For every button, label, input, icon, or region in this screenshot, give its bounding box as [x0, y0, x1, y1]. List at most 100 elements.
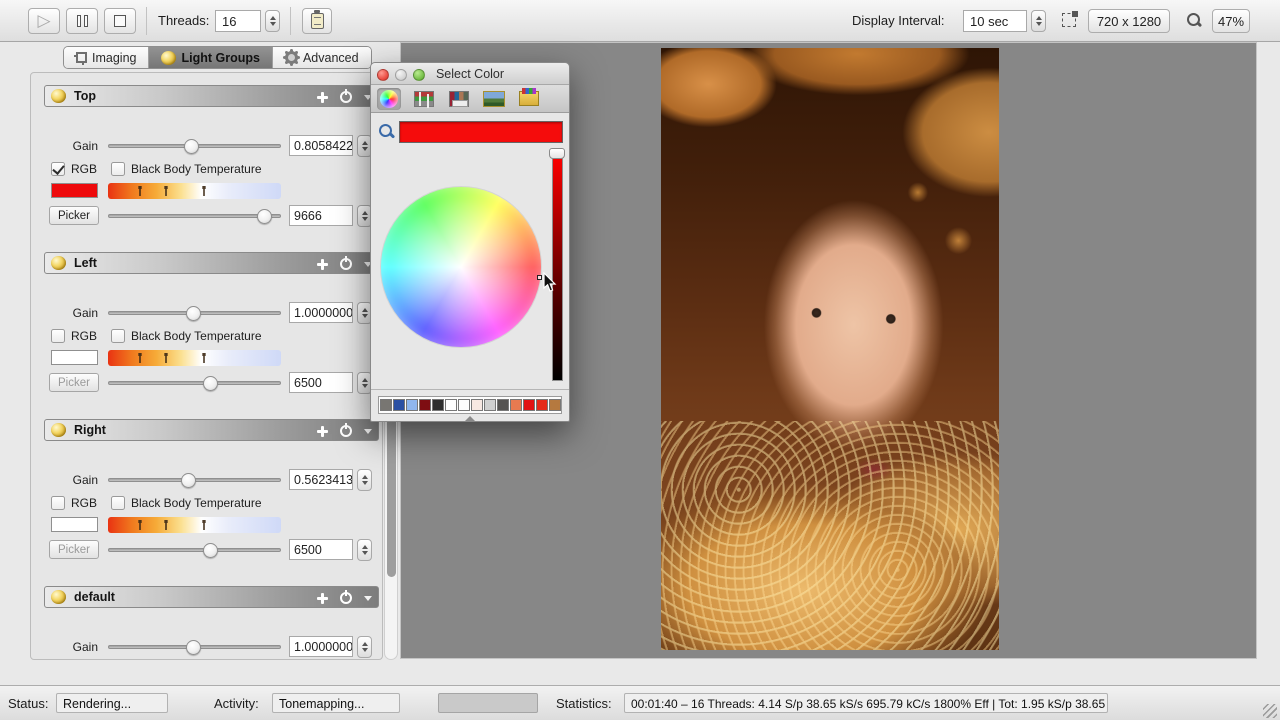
checkbox-box[interactable] [111, 496, 125, 510]
gain-value-field[interactable]: 1.0000000 [289, 302, 353, 323]
group-color-swatch[interactable] [51, 350, 98, 365]
black-body-checkbox[interactable]: Black Body Temperature [111, 161, 262, 177]
temperature-slider[interactable] [108, 539, 281, 561]
gain-slider[interactable] [108, 302, 281, 324]
light-group-header[interactable]: Right [44, 419, 379, 441]
color-swatch[interactable] [471, 399, 483, 411]
slider-thumb[interactable] [184, 139, 199, 154]
light-group-header[interactable]: Top [44, 85, 379, 107]
color-swatch[interactable] [549, 399, 561, 411]
zoom-level-button[interactable]: 47% [1212, 9, 1250, 33]
color-swatch[interactable] [510, 399, 522, 411]
group-color-swatch[interactable] [51, 517, 98, 532]
brightness-slider-thumb[interactable] [549, 148, 565, 159]
slider-thumb[interactable] [203, 543, 218, 558]
tab-advanced[interactable]: Advanced [273, 47, 371, 68]
temperature-stepper[interactable] [357, 539, 372, 561]
checkbox-box[interactable] [51, 496, 65, 510]
gain-slider[interactable] [108, 135, 281, 157]
rgb-checkbox[interactable]: RGB [51, 161, 97, 177]
checkbox-box[interactable] [111, 162, 125, 176]
black-body-checkbox[interactable]: Black Body Temperature [111, 495, 262, 511]
close-window-button[interactable] [377, 69, 389, 81]
swatch-drawer-handle[interactable] [465, 416, 475, 421]
light-group-header[interactable]: Left [44, 252, 379, 274]
temperature-slider[interactable] [108, 205, 281, 227]
power-icon[interactable] [340, 258, 352, 270]
zoom-magnifier-icon[interactable] [1186, 12, 1202, 28]
gain-stepper[interactable] [357, 636, 372, 658]
picker-button[interactable]: Picker [49, 206, 99, 225]
color-wheel-marker[interactable] [537, 275, 542, 280]
color-swatch[interactable] [484, 399, 496, 411]
slider-thumb[interactable] [203, 376, 218, 391]
slider-thumb[interactable] [186, 640, 201, 655]
temperature-value-field[interactable]: 9666 [289, 205, 353, 226]
color-wheel-mode-button[interactable] [377, 88, 401, 110]
add-icon[interactable] [317, 426, 328, 437]
zoom-window-button[interactable] [413, 69, 425, 81]
color-swatch[interactable] [419, 399, 431, 411]
gain-value-field[interactable]: 1.0000000 [289, 636, 353, 657]
tab-imaging[interactable]: Imaging [64, 47, 149, 68]
brightness-slider[interactable] [552, 153, 563, 381]
slider-thumb[interactable] [257, 209, 272, 224]
group-color-swatch[interactable] [51, 183, 98, 198]
black-body-checkbox[interactable]: Black Body Temperature [111, 328, 262, 344]
color-swatch[interactable] [380, 399, 392, 411]
color-loupe-icon[interactable] [378, 123, 395, 140]
threads-stepper[interactable] [265, 10, 280, 32]
threads-field[interactable]: 16 [215, 10, 261, 32]
power-icon[interactable] [340, 592, 352, 604]
color-swatch[interactable] [445, 399, 457, 411]
display-interval-field[interactable]: 10 sec [963, 10, 1027, 32]
color-swatch[interactable] [393, 399, 405, 411]
tab-light-groups[interactable]: Light Groups [149, 47, 272, 68]
picker-button[interactable]: Picker [49, 373, 99, 392]
power-icon[interactable] [340, 91, 352, 103]
color-swatch[interactable] [536, 399, 548, 411]
temperature-value-field[interactable]: 6500 [289, 372, 353, 393]
color-swatch[interactable] [432, 399, 444, 411]
minimize-window-button[interactable] [395, 69, 407, 81]
play-button[interactable]: ▷ [28, 8, 60, 34]
checkbox-box[interactable] [51, 162, 65, 176]
checkbox-box[interactable] [51, 329, 65, 343]
stop-button[interactable] [104, 8, 136, 34]
light-group-header[interactable]: default [44, 586, 379, 608]
slider-thumb[interactable] [181, 473, 196, 488]
copy-button[interactable] [302, 8, 332, 34]
dialog-titlebar[interactable]: Select Color [371, 63, 569, 85]
pause-button[interactable] [66, 8, 98, 34]
gain-value-field[interactable]: 0.8058422 [289, 135, 353, 156]
image-palette-mode-button[interactable] [482, 88, 506, 110]
checkbox-box[interactable] [111, 329, 125, 343]
color-swatch[interactable] [523, 399, 535, 411]
resize-grip[interactable] [1263, 704, 1277, 718]
rgb-checkbox[interactable]: RGB [51, 328, 97, 344]
chevron-down-icon[interactable] [364, 596, 372, 601]
add-icon[interactable] [317, 593, 328, 604]
slider-thumb[interactable] [186, 306, 201, 321]
power-icon[interactable] [340, 425, 352, 437]
crayons-mode-button[interactable] [517, 88, 541, 110]
temperature-value-field[interactable]: 6500 [289, 539, 353, 560]
color-swatch[interactable] [458, 399, 470, 411]
temperature-slider[interactable] [108, 372, 281, 394]
gain-stepper[interactable] [357, 469, 372, 491]
resize-icon[interactable] [1062, 13, 1076, 27]
gain-slider[interactable] [108, 469, 281, 491]
picker-button[interactable]: Picker [49, 540, 99, 559]
color-swatch[interactable] [406, 399, 418, 411]
color-sliders-mode-button[interactable] [412, 88, 436, 110]
add-icon[interactable] [317, 92, 328, 103]
gain-value-field[interactable]: 0.5623413 [289, 469, 353, 490]
chevron-down-icon[interactable] [364, 429, 372, 434]
resolution-button[interactable]: 720 x 1280 [1088, 9, 1170, 33]
gain-slider[interactable] [108, 636, 281, 658]
add-icon[interactable] [317, 259, 328, 270]
color-palette-mode-button[interactable] [447, 88, 471, 110]
color-swatch[interactable] [497, 399, 509, 411]
color-wheel[interactable] [381, 187, 541, 347]
rgb-checkbox[interactable]: RGB [51, 495, 97, 511]
